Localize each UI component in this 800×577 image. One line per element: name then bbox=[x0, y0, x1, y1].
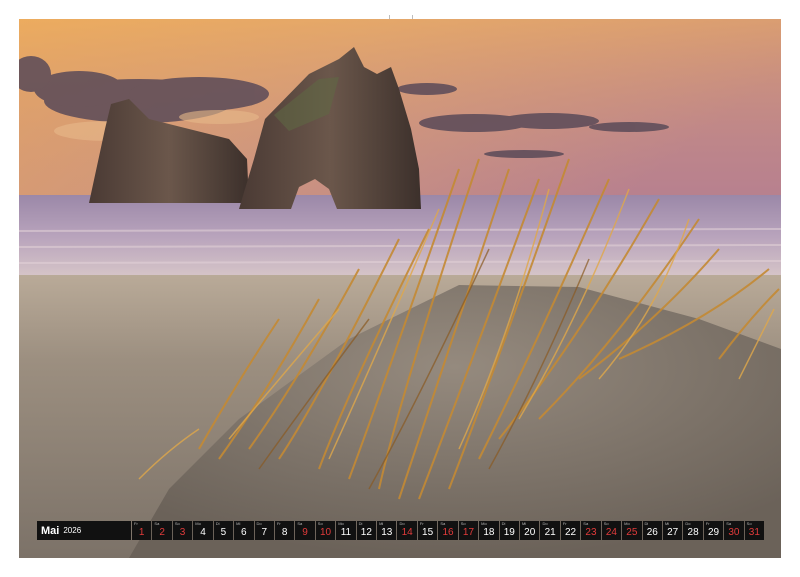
day-number: 31 bbox=[748, 527, 760, 538]
day-cell: Mi 6 bbox=[234, 521, 254, 540]
weekday-label: So bbox=[746, 521, 752, 526]
weekday-label: Sa bbox=[726, 521, 732, 526]
day-cell: Di 12 bbox=[356, 521, 377, 540]
day-cell: Mo 4 bbox=[193, 521, 213, 540]
day-number: 12 bbox=[360, 527, 372, 538]
weekday-label: Di bbox=[644, 521, 649, 526]
day-cell: Sa 23 bbox=[581, 521, 601, 540]
day-cell: Fr 29 bbox=[703, 521, 724, 540]
weekday-label: Do bbox=[542, 521, 548, 526]
weekday-label: Mo bbox=[338, 521, 344, 526]
day-number: 16 bbox=[442, 527, 454, 538]
weekday-label: Mi bbox=[522, 521, 527, 526]
weekday-label: Mo bbox=[195, 521, 201, 526]
day-number: 13 bbox=[381, 527, 393, 538]
weekday-label: So bbox=[174, 521, 180, 526]
day-cell: Fr 1 bbox=[132, 521, 152, 540]
day-number: 17 bbox=[462, 527, 475, 538]
day-cell: Do 14 bbox=[397, 521, 417, 540]
weekday-label: Sa bbox=[583, 521, 589, 526]
weekday-label: Mo bbox=[481, 521, 487, 526]
weekday-label: Di bbox=[358, 521, 363, 526]
landscape-photo bbox=[19, 19, 781, 558]
day-number: 7 bbox=[261, 527, 268, 538]
weekday-label: Mi bbox=[379, 521, 384, 526]
weekday-label: Sa bbox=[154, 521, 160, 526]
weekday-label: Di bbox=[215, 521, 220, 526]
day-number: 11 bbox=[340, 527, 352, 538]
day-cell: Fr 22 bbox=[560, 521, 581, 540]
weekday-label: So bbox=[317, 521, 323, 526]
day-number: 25 bbox=[626, 527, 638, 538]
day-number: 3 bbox=[179, 527, 186, 538]
day-cells: Fr 1 Sa 2 So 3 Mo 4 Di 5 Mi 6 Do 7 Fr 8 Sa 9 So 10 Mo 11 Di 12 M… bbox=[132, 521, 765, 540]
day-number: 23 bbox=[585, 527, 597, 538]
weekday-label: Mi bbox=[664, 521, 670, 526]
weekday-label: Do bbox=[399, 521, 405, 526]
day-cell: Mo 18 bbox=[479, 521, 499, 540]
day-number: 19 bbox=[503, 527, 515, 538]
day-cell: So 17 bbox=[458, 521, 479, 540]
day-cell: So 24 bbox=[601, 521, 622, 540]
day-cell: So 3 bbox=[172, 521, 193, 540]
day-cell: Sa 16 bbox=[438, 521, 458, 540]
weekday-label: Fr bbox=[562, 521, 567, 526]
day-number: 6 bbox=[241, 527, 247, 538]
month-name: Mai bbox=[41, 524, 60, 537]
day-cell: So 10 bbox=[315, 521, 336, 540]
day-cell: Mo 25 bbox=[622, 521, 642, 540]
day-number: 20 bbox=[524, 527, 536, 538]
day-cell: So 31 bbox=[744, 521, 765, 540]
day-cell: Sa 2 bbox=[152, 521, 172, 540]
weekday-label: Di bbox=[501, 521, 506, 526]
day-number: 14 bbox=[401, 527, 413, 538]
day-number: 29 bbox=[707, 527, 720, 538]
day-number: 8 bbox=[281, 527, 288, 538]
day-number: 22 bbox=[565, 527, 577, 538]
weekday-label: So bbox=[460, 521, 466, 526]
day-number: 18 bbox=[483, 527, 495, 538]
day-number: 15 bbox=[422, 527, 434, 538]
day-number: 27 bbox=[667, 527, 679, 538]
day-cell: Do 21 bbox=[540, 521, 560, 540]
weekday-label: Mi bbox=[236, 521, 241, 526]
day-number: 26 bbox=[646, 527, 658, 538]
day-cell: Fr 8 bbox=[274, 521, 295, 540]
day-number: 24 bbox=[605, 527, 617, 538]
day-cell: Do 7 bbox=[254, 521, 274, 540]
day-cell: Mi 13 bbox=[377, 521, 397, 540]
day-cell: Mo 11 bbox=[336, 521, 356, 540]
day-cell: Fr 15 bbox=[417, 521, 438, 540]
month-label: Mai 2026 bbox=[37, 521, 131, 540]
day-number: 4 bbox=[200, 527, 206, 538]
day-number: 30 bbox=[728, 527, 740, 538]
weekday-label: Sa bbox=[440, 521, 446, 526]
weekday-label: Fr bbox=[705, 521, 710, 526]
day-number: 5 bbox=[220, 527, 227, 538]
day-cell: Mi 27 bbox=[662, 521, 683, 540]
weekday-label: Sa bbox=[297, 521, 303, 526]
weekday-label: Fr bbox=[276, 521, 281, 526]
calendar-strip: Mai 2026 Fr 1 Sa 2 So 3 Mo 4 Di 5 Mi 6 Do 7 Fr 8 Sa 9 So 10… bbox=[37, 521, 765, 540]
day-number: 1 bbox=[138, 527, 145, 538]
weekday-label: Fr bbox=[419, 521, 424, 526]
day-cell: Sa 9 bbox=[295, 521, 315, 540]
day-number: 21 bbox=[544, 527, 556, 538]
weekday-label: So bbox=[603, 521, 609, 526]
day-number: 2 bbox=[159, 527, 165, 538]
day-cell: Do 28 bbox=[683, 521, 703, 540]
day-number: 10 bbox=[319, 527, 332, 538]
month-year: 2026 bbox=[63, 526, 82, 535]
day-cell: Di 19 bbox=[499, 521, 520, 540]
day-cell: Di 5 bbox=[213, 521, 234, 540]
weekday-label: Do bbox=[685, 521, 691, 526]
day-number: 9 bbox=[302, 527, 308, 538]
weekday-label: Mo bbox=[624, 521, 630, 526]
weekday-label: Do bbox=[256, 521, 262, 526]
day-cell: Sa 30 bbox=[724, 521, 744, 540]
day-cell: Di 26 bbox=[642, 521, 662, 540]
weekday-label: Fr bbox=[134, 521, 138, 526]
day-number: 28 bbox=[687, 527, 699, 538]
day-cell: Mi 20 bbox=[520, 521, 540, 540]
